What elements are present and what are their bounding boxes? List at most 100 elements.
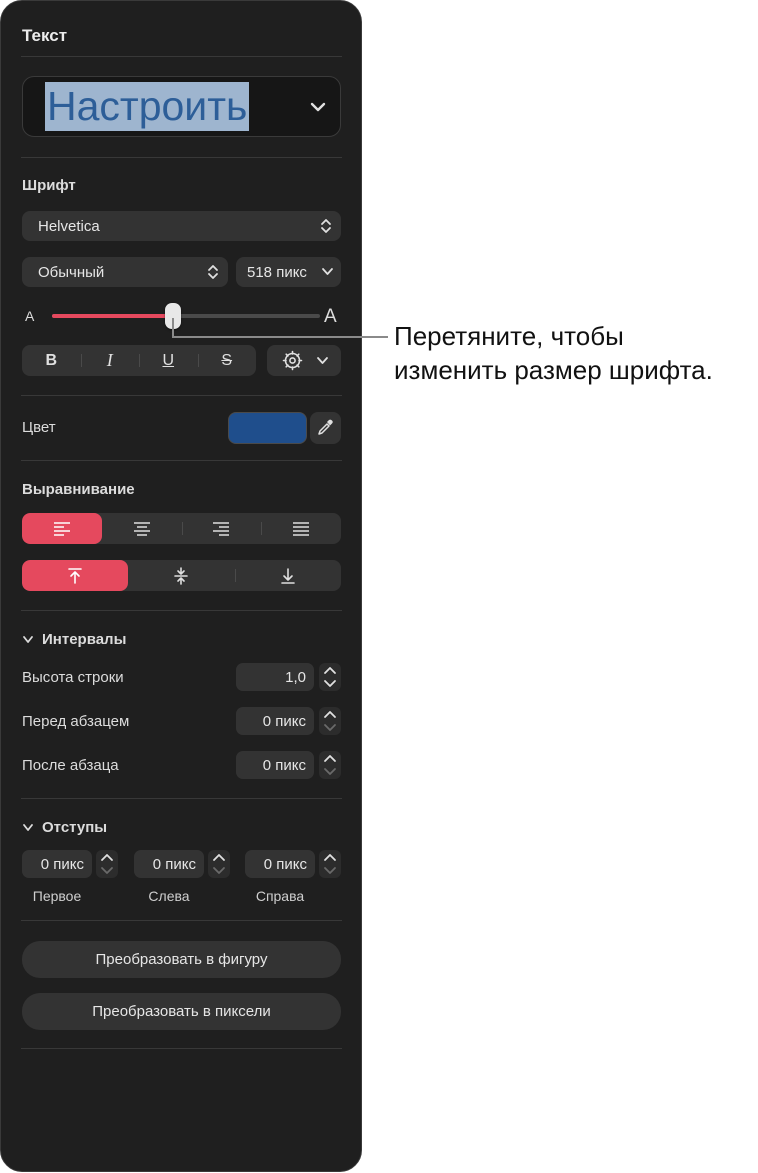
bold-button[interactable]: B <box>22 345 81 376</box>
gear-icon <box>282 350 303 371</box>
stepper-icon <box>324 667 336 687</box>
chevron-down-icon <box>317 357 328 364</box>
align-top-button[interactable] <box>22 560 129 591</box>
preset-style-preview: Настроить <box>45 82 250 131</box>
line-height-field[interactable]: 1,0 <box>236 663 314 691</box>
text-inspector-panel: Текст Настроить Шрифт Helvetica Обычный … <box>0 0 362 1172</box>
stepper-icon <box>101 854 113 874</box>
alignment-section-label: Выравнивание <box>22 481 135 498</box>
chevron-down-icon <box>322 268 333 275</box>
indent-left-value: 0 пикс <box>152 855 196 873</box>
indent-first-field[interactable]: 0 пикс <box>22 850 92 878</box>
indent-left-field[interactable]: 0 пикс <box>134 850 204 878</box>
stepper-icon <box>324 854 336 874</box>
chevron-down-icon <box>23 823 33 831</box>
indent-first-label: Первое <box>32 888 82 904</box>
align-left-icon <box>53 521 70 536</box>
color-swatch-button[interactable] <box>228 412 307 444</box>
underline-label: U <box>162 351 175 369</box>
spacing-disclosure[interactable]: Интервалы <box>22 631 126 648</box>
font-style-value: Обычный <box>38 263 105 281</box>
divider <box>21 1048 342 1049</box>
line-height-stepper[interactable] <box>319 663 341 691</box>
spacing-section-label: Интервалы <box>42 631 127 648</box>
slider-max-label: A <box>324 306 337 327</box>
italic-button[interactable]: I <box>80 345 140 376</box>
strikethrough-button[interactable]: S <box>197 345 257 376</box>
text-style-preset-button[interactable]: Настроить <box>22 76 341 137</box>
align-bottom-button[interactable] <box>234 560 341 591</box>
space-before-stepper[interactable] <box>319 707 341 735</box>
font-size-slider-fill <box>52 314 173 318</box>
font-size-value: 518 пикс <box>247 263 307 281</box>
indent-first-value: 0 пикс <box>40 855 84 873</box>
font-family-select[interactable]: Helvetica <box>22 211 341 241</box>
slider-min-label: A <box>25 308 35 324</box>
underline-button[interactable]: U <box>139 345 198 376</box>
indent-left-label: Слева <box>148 888 190 904</box>
chevron-down-icon <box>310 102 326 112</box>
align-right-button[interactable] <box>181 513 262 544</box>
text-options-menu-button[interactable] <box>267 345 341 376</box>
convert-to-pixels-label: Преобразовать в пиксели <box>92 1003 271 1020</box>
divider <box>21 460 342 461</box>
divider <box>21 798 342 799</box>
italic-label: I <box>106 350 113 370</box>
callout-text: Перетяните, чтобы изменить размер шрифта… <box>394 319 758 387</box>
align-left-button[interactable] <box>22 513 102 544</box>
vertical-alignment-control <box>22 560 341 591</box>
align-center-icon <box>133 521 150 536</box>
indent-right-value: 0 пикс <box>263 855 307 873</box>
convert-to-shape-label: Преобразовать в фигуру <box>95 951 268 968</box>
indent-right-field[interactable]: 0 пикс <box>245 850 315 878</box>
space-after-label: После абзаца <box>22 757 119 774</box>
updown-chevron-icon <box>208 265 218 279</box>
bold-label: B <box>45 351 58 369</box>
strikethrough-label: S <box>221 351 233 369</box>
font-section-label: Шрифт <box>22 177 76 194</box>
convert-to-shape-button[interactable]: Преобразовать в фигуру <box>22 941 341 978</box>
align-center-button[interactable] <box>102 513 182 544</box>
callout-line-1: Перетяните, чтобы <box>394 321 624 351</box>
chevron-down-icon <box>23 635 33 643</box>
align-justify-icon <box>293 521 310 536</box>
space-after-field[interactable]: 0 пикс <box>236 751 314 779</box>
divider <box>21 56 342 57</box>
font-family-value: Helvetica <box>38 217 100 235</box>
align-top-icon <box>68 567 82 584</box>
stepper-icon <box>324 711 336 731</box>
callout-leader-horizontal <box>172 336 388 338</box>
line-height-label: Высота строки <box>22 669 124 686</box>
space-before-label: Перед абзацем <box>22 713 130 730</box>
space-after-stepper[interactable] <box>319 751 341 779</box>
indents-section-label: Отступы <box>42 819 108 836</box>
align-justify-button[interactable] <box>261 513 341 544</box>
convert-to-pixels-button[interactable]: Преобразовать в пиксели <box>22 993 341 1030</box>
indent-left-stepper[interactable] <box>208 850 230 878</box>
indent-right-stepper[interactable] <box>319 850 341 878</box>
divider <box>21 395 342 396</box>
callout-leader-vertical <box>172 318 174 338</box>
divider <box>21 610 342 611</box>
updown-chevron-icon <box>321 219 331 233</box>
horizontal-alignment-control <box>22 513 341 544</box>
align-bottom-icon <box>281 567 295 584</box>
align-middle-button[interactable] <box>128 560 234 591</box>
stepper-icon <box>324 755 336 775</box>
font-size-field[interactable]: 518 пикс <box>236 257 341 287</box>
panel-title: Текст <box>22 26 68 45</box>
eyedropper-icon <box>318 419 333 435</box>
line-height-value: 1,0 <box>285 668 306 686</box>
align-middle-icon <box>174 566 189 585</box>
space-before-value: 0 пикс <box>262 712 306 730</box>
eyedropper-button[interactable] <box>310 412 341 444</box>
callout-line-2: изменить размер шрифта. <box>394 355 713 385</box>
color-label: Цвет <box>22 419 56 436</box>
divider <box>21 920 342 921</box>
indents-disclosure[interactable]: Отступы <box>22 819 107 836</box>
align-right-icon <box>213 521 230 536</box>
indent-right-label: Справа <box>255 888 305 904</box>
font-style-select[interactable]: Обычный <box>22 257 228 287</box>
space-before-field[interactable]: 0 пикс <box>236 707 314 735</box>
indent-first-stepper[interactable] <box>96 850 118 878</box>
